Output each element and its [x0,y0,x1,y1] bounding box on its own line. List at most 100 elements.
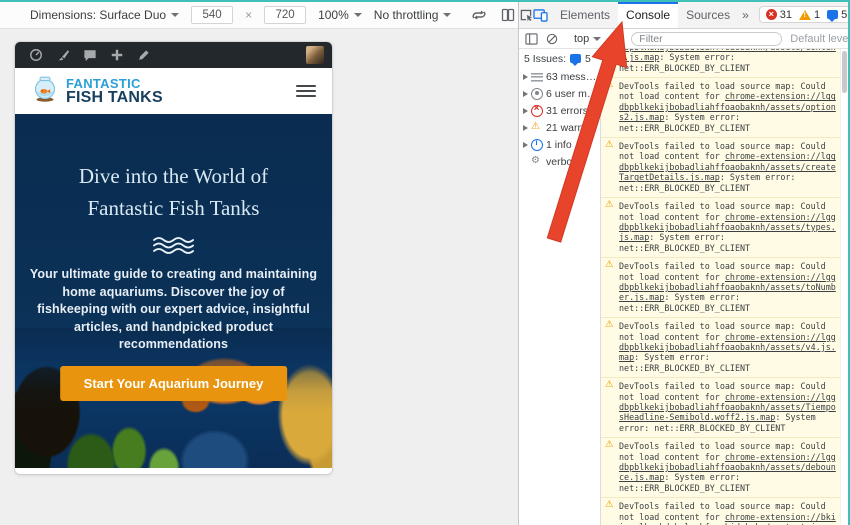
zoom-select-label: 100% [318,8,349,22]
warning-badge: 1 [799,9,820,21]
dual-screen-icon[interactable] [501,8,515,22]
tab-sources[interactable]: Sources [678,2,738,28]
console-sidebar-toggle-icon[interactable] [525,33,538,45]
console-warning-message: ⚠DevTools failed to load source map: Cou… [601,498,840,525]
site-header: FANTASTIC FISH TANKS [15,68,332,114]
issues-badge: 5 [827,9,847,21]
sidebar-item-label: 1 info [546,139,572,151]
console-warning-message: ⚠DevTools failed to load source map: Cou… [601,378,840,438]
disclosure-triangle-icon[interactable] [523,125,528,131]
toggle-device-toolbar-icon[interactable] [533,2,548,28]
sidebar-item-label: 31 errors [546,105,588,117]
log-levels-select[interactable]: Default levels [790,33,850,45]
info-icon [531,139,543,151]
issues-chat-icon [827,10,838,19]
warning-triangle-icon [799,10,811,20]
warning-triangle-icon: ⚠ [605,320,614,330]
console-warning-message: ⚠DevTools failed to load source map: Cou… [601,438,840,498]
disclosure-triangle-icon[interactable] [523,108,528,114]
clear-console-icon[interactable] [546,33,558,45]
verbose-icon [531,156,543,168]
devtools-panel: Elements Console Sources » × 31 1 [518,2,848,525]
console-warning-message: ⚠DevTools failed to load source map: Cou… [601,138,840,198]
sidebar-item-label: 63 messages [546,71,600,83]
height-input[interactable] [264,6,306,24]
disclosure-triangle-icon[interactable] [523,74,528,80]
warning-triangle-icon: ⚠ [605,80,614,90]
avatar[interactable] [306,46,324,64]
console-scrollbar[interactable] [840,49,848,525]
brush-icon[interactable] [56,48,70,62]
disclosure-triangle-icon[interactable] [523,91,528,97]
console-warning-message: ⚠DevTools failed to load source map: Cou… [601,49,840,78]
issues-chat-icon [570,54,581,63]
hero-heading-line2: Fantastic Fish Tanks [15,192,332,224]
devtools-tab-bar: Elements Console Sources » × 31 1 [519,2,848,29]
sidebar-item-label: 6 user messages [546,88,600,100]
warning-triangle-icon: ⚠ [605,380,614,390]
sidebar-item-messages[interactable]: 63 messages [519,68,600,85]
fishbowl-icon [31,75,59,108]
device-select[interactable]: Dimensions: Surface Duo [30,8,179,22]
chevron-down-icon [593,37,601,41]
message-error-text: : System error: net::ERR_BLOCKED_BY_CLIE… [619,352,750,372]
warnings-icon [531,122,543,134]
status-badges[interactable]: × 31 1 5 [759,6,850,23]
sidebar-item-label: verbose [546,156,583,168]
gauge-icon[interactable] [29,48,43,62]
console-warning-message: ⚠DevTools failed to load source map: Cou… [601,198,840,258]
error-badge: × 31 [766,9,792,21]
comment-icon[interactable] [83,49,97,62]
hero-paragraph: Your ultimate guide to creating and main… [29,266,319,354]
logo-line2: FISH TANKS [66,90,163,106]
chevron-down-icon [354,13,362,17]
issues-bar[interactable]: 5 Issues: 5 [519,49,601,68]
console-toolbar: top Default levels [519,29,848,49]
width-input[interactable] [191,6,233,24]
sidebar-item-verbose[interactable]: verbose [519,153,600,170]
site-logo[interactable]: FANTASTIC FISH TANKS [31,75,163,108]
waves-icon [151,236,197,261]
more-tabs-button[interactable]: » [738,2,753,28]
console-warning-message: ⚠DevTools failed to load source map: Cou… [601,258,840,318]
sidebar-item-warnings[interactable]: 21 warnings [519,119,600,136]
phone-viewport: FANTASTIC FISH TANKS Dive into the World… [15,42,332,474]
sidebar-item-info[interactable]: 1 info [519,136,600,153]
chevron-down-icon [443,13,451,17]
warning-triangle-icon: ⚠ [605,500,614,510]
filter-input[interactable] [631,32,782,46]
sidebar-item-user-messages[interactable]: 6 user messages [519,85,600,102]
plus-icon[interactable] [110,48,124,62]
scrollbar-thumb[interactable] [842,51,847,93]
console-messages: ⚠DevTools failed to load source map: Cou… [601,49,840,525]
console-warning-message: ⚠DevTools failed to load source map: Cou… [601,318,840,378]
emulated-page-area: FANTASTIC FISH TANKS Dive into the World… [0,30,518,525]
device-select-label: Dimensions: Surface Duo [30,8,166,22]
screenshot-root: Dimensions: Surface Duo × 100% No thrott… [0,0,850,525]
sidebar-item-label: 21 warnings [546,122,600,134]
warning-triangle-icon: ⚠ [605,260,614,270]
error-circle-icon: × [766,9,777,20]
wp-admin-bar [15,42,332,68]
throttling-select[interactable]: No throttling [374,8,452,22]
console-warning-message: ⚠DevTools failed to load source map: Cou… [601,78,840,138]
warning-triangle-icon: ⚠ [605,440,614,450]
tab-elements[interactable]: Elements [552,2,618,28]
rotate-icon[interactable] [471,8,487,22]
warning-triangle-icon: ⚠ [605,200,614,210]
pencil-icon[interactable] [137,48,151,62]
hero-heading-line1: Dive into the World of [15,160,332,192]
zoom-select[interactable]: 100% [318,8,362,22]
sidebar-item-errors[interactable]: 31 errors [519,102,600,119]
context-selector[interactable]: top [574,33,601,45]
hamburger-menu-icon[interactable] [296,85,316,97]
warning-triangle-icon: ⚠ [605,140,614,150]
eye-live-expression-icon[interactable] [609,34,623,44]
start-journey-button[interactable]: Start Your Aquarium Journey [60,366,288,401]
tab-console[interactable]: Console [618,2,678,28]
logo-line1: FANTASTIC [66,77,163,90]
inspect-element-icon[interactable] [519,2,533,28]
dimension-separator: × [245,8,252,22]
disclosure-triangle-icon[interactable] [523,142,528,148]
hero-section: Dive into the World of Fantastic Fish Ta… [15,114,332,468]
